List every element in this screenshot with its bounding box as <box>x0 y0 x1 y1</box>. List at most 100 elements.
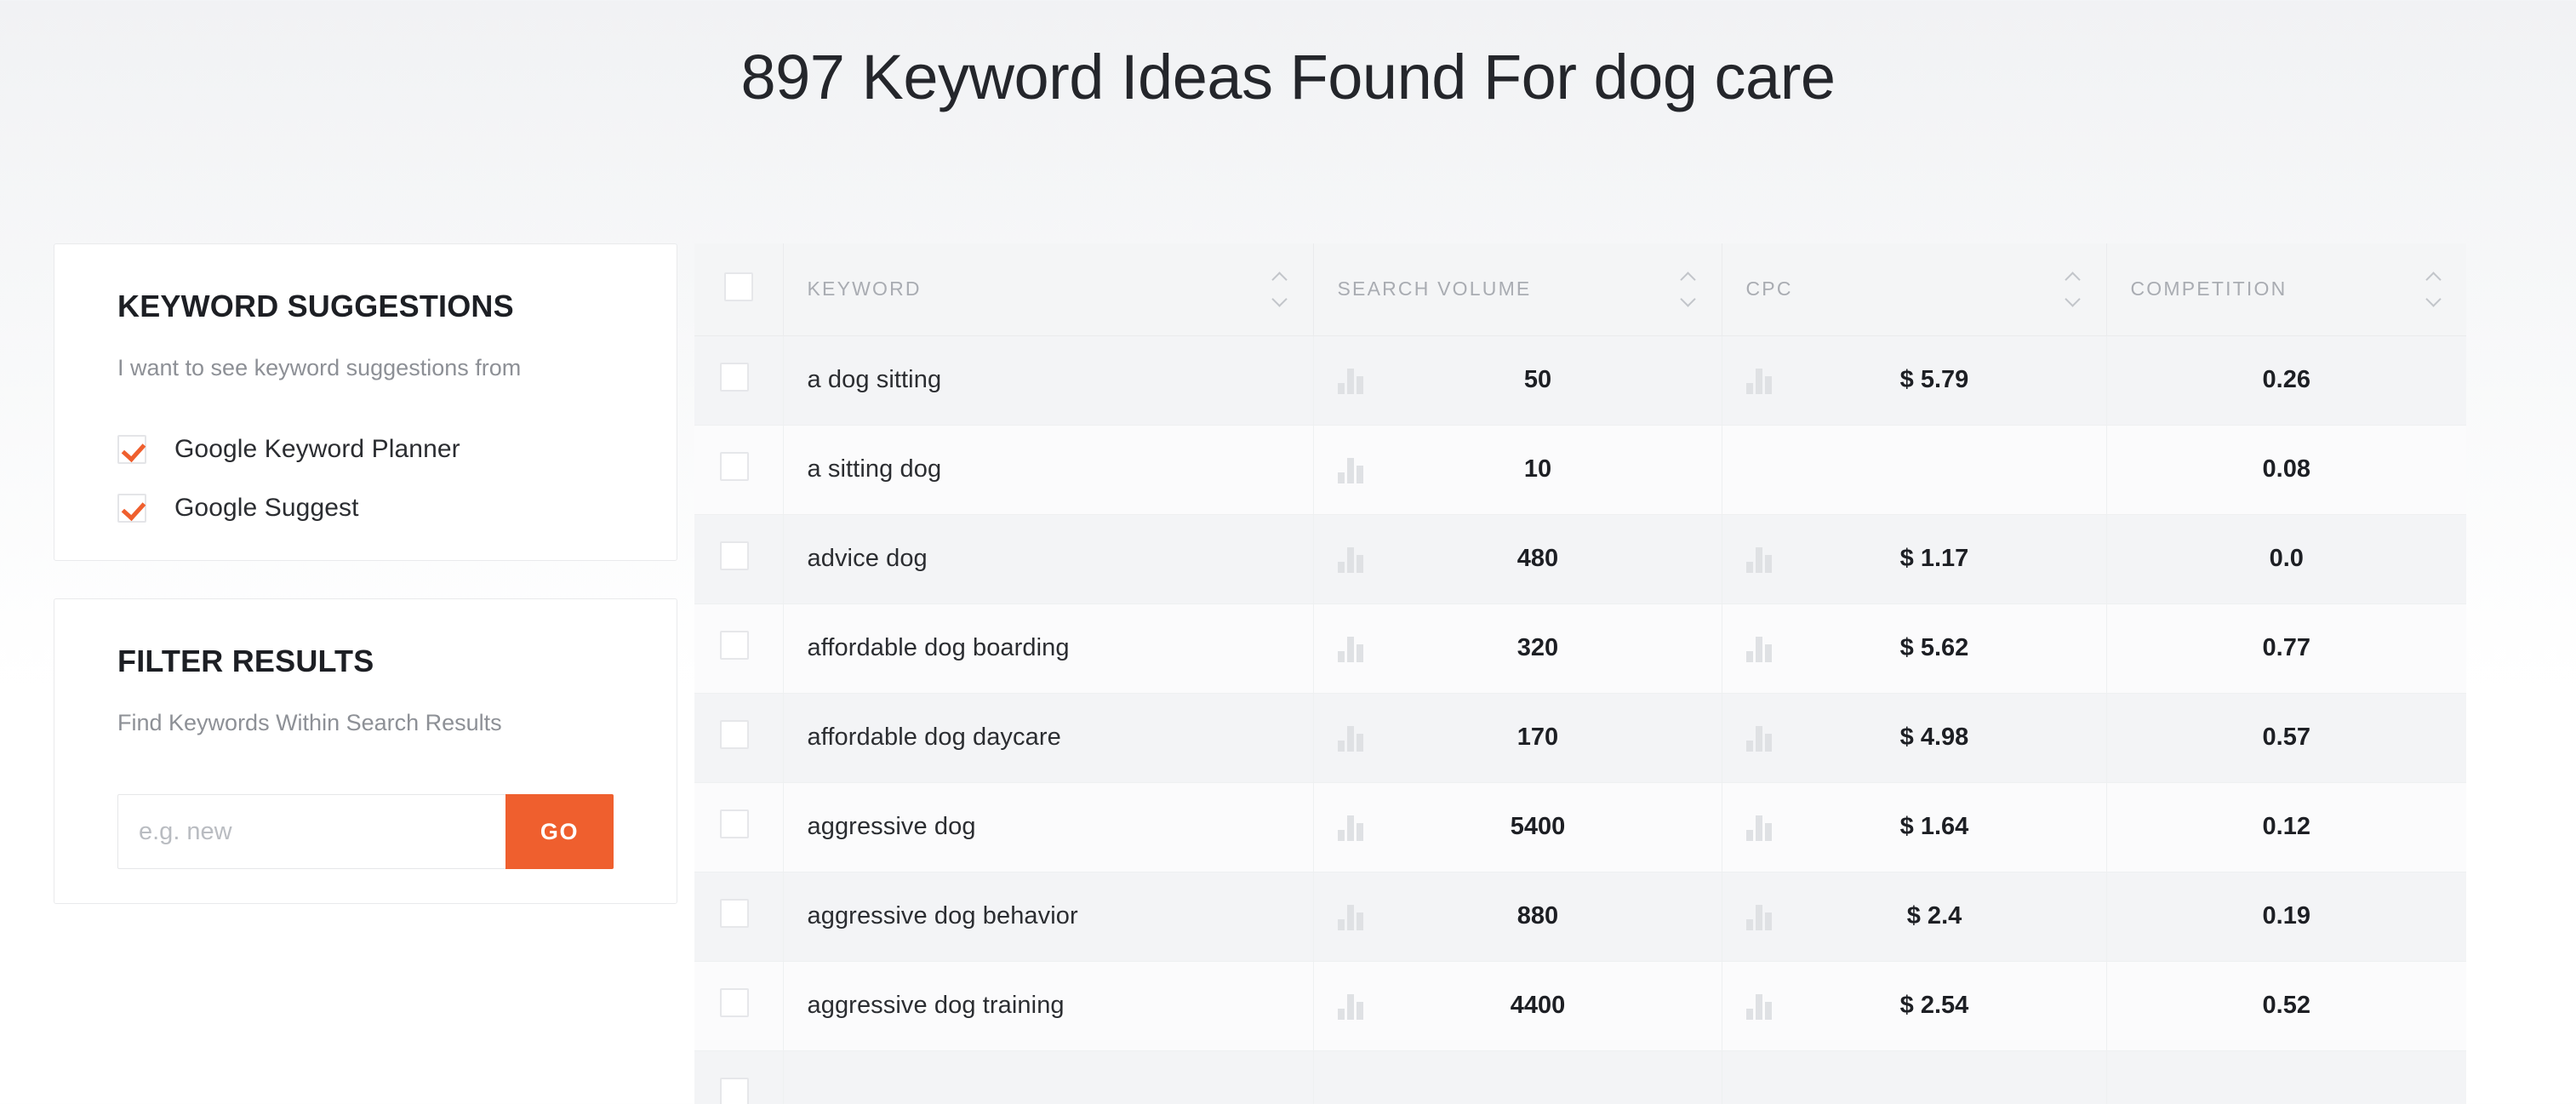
bar-chart-icon <box>1337 456 1363 483</box>
search-volume-value: 880 <box>1516 902 1559 930</box>
cell-keyword: a sitting dog <box>783 425 1314 515</box>
keyword-suggestions-panel: KEYWORD SUGGESTIONS I want to see keywor… <box>54 243 677 561</box>
table-row[interactable]: aggressive dog behavior 880 $ 2.4 0.19 <box>694 872 2466 962</box>
sort-chevron-icon[interactable] <box>1271 272 1289 307</box>
filter-results-subtitle: Find Keywords Within Search Results <box>117 709 502 735</box>
table-header-row: KEYWORD SEARCH VOLUME CPC COMPETITION <box>694 243 2466 336</box>
table-row[interactable]: a dog sitting 50 $ 5.79 0.26 <box>694 335 2466 426</box>
cell-competition: 0.08 <box>2106 425 2466 515</box>
row-select-cell <box>694 1050 784 1104</box>
table-row[interactable]: advice dog 480 $ 1.17 0.0 <box>694 514 2466 604</box>
cell-search-volume: 170 <box>1313 693 1722 783</box>
sort-chevron-icon[interactable] <box>2424 272 2442 307</box>
keyword-suggestions-title: KEYWORD SUGGESTIONS <box>117 289 514 323</box>
row-checkbox[interactable] <box>720 451 749 481</box>
row-checkbox[interactable] <box>720 987 749 1017</box>
cell-cpc: $ 2.54 <box>1722 961 2107 1051</box>
cell-cpc: $ 4.98 <box>1722 693 2107 783</box>
filter-form: GO <box>117 794 614 870</box>
cpc-value: $ 2.4 <box>1906 902 1962 930</box>
filter-results-panel: FILTER RESULTS Find Keywords Within Sear… <box>54 598 677 905</box>
search-volume-value: 10 <box>1523 455 1552 483</box>
cell-competition: 0.19 <box>2106 872 2466 962</box>
bar-chart-icon <box>1745 903 1772 930</box>
bar-chart-icon <box>1745 367 1772 394</box>
filter-keyword-input[interactable] <box>117 794 505 870</box>
row-select-cell <box>694 514 784 604</box>
row-select-cell <box>694 335 784 426</box>
column-header-cpc[interactable]: CPC <box>1722 243 2107 336</box>
page-layout: KEYWORD SUGGESTIONS I want to see keywor… <box>0 243 2576 1104</box>
table-row[interactable]: affordable dog boarding 320 $ 5.62 0.77 <box>694 603 2466 694</box>
checkbox-icon[interactable] <box>117 493 146 523</box>
row-select-cell <box>694 872 784 962</box>
row-checkbox[interactable] <box>720 719 749 749</box>
suggestion-option-google-suggest[interactable]: Google Suggest <box>117 493 614 523</box>
column-header-select-all <box>694 243 784 336</box>
sort-chevron-icon[interactable] <box>1679 272 1698 307</box>
checkbox-icon[interactable] <box>117 434 146 464</box>
row-checkbox[interactable] <box>720 362 749 392</box>
cell-keyword: a dog sitting <box>783 335 1314 426</box>
bar-chart-icon <box>1337 814 1363 841</box>
column-header-keyword[interactable]: KEYWORD <box>783 243 1314 336</box>
cell-keyword: affordable dog daycare <box>783 693 1314 783</box>
bar-chart-icon <box>1337 724 1363 752</box>
bar-chart-icon <box>1746 1082 1772 1104</box>
cell-keyword: aggressive dog training <box>783 961 1314 1051</box>
column-header-search-volume[interactable]: SEARCH VOLUME <box>1313 243 1722 336</box>
row-checkbox[interactable] <box>720 809 749 838</box>
bar-chart-icon <box>1745 724 1772 752</box>
row-select-cell <box>694 961 784 1051</box>
column-header-label: KEYWORD <box>807 277 922 300</box>
table-row[interactable] <box>694 1050 2466 1104</box>
table-row[interactable]: aggressive dog 5400 $ 1.64 0.12 <box>694 782 2466 872</box>
row-checkbox[interactable] <box>720 630 749 660</box>
suggestion-option-label: Google Keyword Planner <box>174 434 460 463</box>
filter-go-button[interactable]: GO <box>505 794 614 870</box>
row-checkbox[interactable] <box>720 541 749 570</box>
cell-cpc: $ 5.62 <box>1722 603 2107 694</box>
keyword-suggestions-subtitle: I want to see keyword suggestions from <box>117 355 522 380</box>
table-row[interactable]: aggressive dog training 4400 $ 2.54 0.52 <box>694 961 2466 1051</box>
cell-cpc: $ 1.64 <box>1722 782 2107 872</box>
cell-search-volume: 880 <box>1313 872 1722 962</box>
row-checkbox[interactable] <box>720 1077 749 1104</box>
search-volume-value: 4400 <box>1510 992 1566 1019</box>
cell-cpc: $ 2.4 <box>1722 872 2107 962</box>
suggestion-option-google-keyword-planner[interactable]: Google Keyword Planner <box>117 434 614 464</box>
sort-chevron-icon[interactable] <box>2064 272 2082 307</box>
search-volume-value: 320 <box>1516 634 1559 661</box>
cpc-value: $ 5.79 <box>1899 366 1969 393</box>
cell-competition: 0.57 <box>2106 693 2466 783</box>
filter-results-title: FILTER RESULTS <box>117 643 374 678</box>
cpc-value: $ 1.17 <box>1899 545 1969 572</box>
column-header-label: CPC <box>1745 277 1793 300</box>
table-header: KEYWORD SEARCH VOLUME CPC COMPETITION <box>694 243 2466 336</box>
cell-cpc: $ 1.17 <box>1722 514 2107 604</box>
column-header-label: SEARCH VOLUME <box>1337 277 1532 300</box>
cell-keyword <box>783 1050 1314 1104</box>
cell-competition: 0.77 <box>2106 603 2466 694</box>
column-header-competition[interactable]: COMPETITION <box>2106 243 2466 336</box>
bar-chart-icon <box>1746 456 1772 483</box>
cell-search-volume: 10 <box>1313 425 1722 515</box>
keyword-results-table: KEYWORD SEARCH VOLUME CPC COMPETITION a … <box>694 243 2466 1104</box>
cell-cpc: $ 5.79 <box>1722 335 2107 426</box>
column-header-label: COMPETITION <box>2130 277 2288 300</box>
table-row[interactable]: affordable dog daycare 170 $ 4.98 0.57 <box>694 693 2466 783</box>
bar-chart-icon <box>1745 635 1772 662</box>
cell-competition <box>2106 1050 2466 1104</box>
cpc-value: $ 2.54 <box>1899 992 1969 1019</box>
table-row[interactable]: a sitting dog 10 0.08 <box>694 425 2466 515</box>
cpc-value: $ 5.62 <box>1899 634 1969 661</box>
cell-competition: 0.26 <box>2106 335 2466 426</box>
row-checkbox[interactable] <box>720 898 749 928</box>
search-volume-value: 170 <box>1516 724 1559 751</box>
cell-competition: 0.12 <box>2106 782 2466 872</box>
page-title: 897 Keyword Ideas Found For dog care <box>740 42 1836 112</box>
bar-chart-icon <box>1337 903 1363 930</box>
cell-search-volume: 5400 <box>1313 782 1722 872</box>
bar-chart-icon <box>1745 814 1772 841</box>
select-all-checkbox[interactable] <box>723 272 753 301</box>
